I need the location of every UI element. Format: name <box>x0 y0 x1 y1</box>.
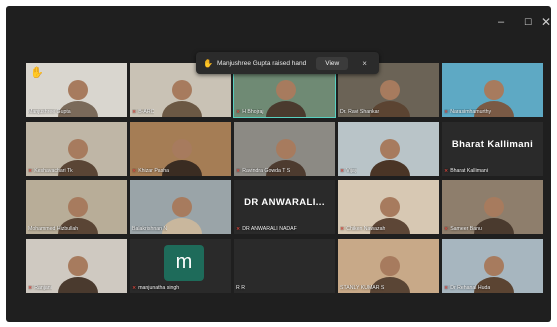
participant-tile[interactable]: DR ANWARALI... ⨯ DR ANWARALI NADAF <box>234 180 335 234</box>
participant-caption: ⨯ Sameer Banu <box>444 226 482 232</box>
minimize-button[interactable]: – <box>498 16 504 28</box>
muted-mic-icon: ⨯ <box>28 167 33 174</box>
participant-caption: Balakrishnan N <box>132 226 167 232</box>
participant-caption: STANLY KUMAR S <box>340 285 384 291</box>
participant-caption: ⨯ Ravindra Gowda T S <box>236 168 290 174</box>
participant-name: Sameer Banu <box>450 226 482 232</box>
meeting-window: – ☐ ✕ ✋ Manjushree Gupta ⨯ B-ARC ⨯ H Bhojraj D… <box>6 6 551 322</box>
notification-text: Manjushree Gupta raised hand <box>216 59 307 67</box>
close-window-button[interactable]: ✕ <box>541 15 551 29</box>
participant-tile[interactable]: R R <box>234 238 335 293</box>
participant-tile[interactable]: ⨯ Dr Rehanal Huda <box>442 238 543 293</box>
raised-hand-notification: ✋ Manjushree Gupta raised hand View × <box>196 52 379 74</box>
participant-caption: Mohammed Hizbullah <box>28 226 78 232</box>
participant-caption: ⨯ Dr Rehanal Huda <box>444 285 490 291</box>
raised-hand-icon: ✋ <box>30 67 44 79</box>
raised-hand-icon: ✋ <box>203 58 213 68</box>
muted-mic-icon: ⨯ <box>444 226 449 232</box>
participant-name: R R <box>236 284 245 291</box>
close-notification-icon[interactable]: × <box>362 59 367 68</box>
participant-caption: Manjushree Gupta <box>28 109 71 115</box>
participant-name: Bharat Kallimani <box>450 167 488 174</box>
muted-mic-icon: ⨯ <box>236 167 241 174</box>
participant-tile[interactable]: ⨯ Sameer Banu <box>442 180 543 234</box>
muted-mic-icon: ⨯ <box>28 284 33 291</box>
muted-mic-icon: ⨯ <box>444 167 449 174</box>
muted-mic-icon: ⨯ <box>236 226 241 232</box>
muted-mic-icon: ⨯ <box>132 284 137 291</box>
participant-tile[interactable]: ⨯ Keshavachari Tk <box>26 121 127 176</box>
participant-name: Khizar Pasha <box>138 167 170 174</box>
participant-caption: ⨯ Bharat Kallimani <box>444 168 488 174</box>
participant-caption: ⨯ Ranjani <box>28 285 52 291</box>
participant-caption: ⨯ Chiken Nawazah <box>340 226 385 232</box>
participant-caption: ⨯ Khizar Pasha <box>132 168 169 174</box>
participant-caption: ⨯ DR ANWARALI NADAF <box>236 226 297 232</box>
participant-caption: Dr. Ravi Shankar <box>340 109 379 115</box>
participant-name: Dr. Ravi Shankar <box>340 109 380 115</box>
participant-name: Chiken Nawazah <box>346 226 386 232</box>
participant-caption: ⨯ B-ARC <box>132 109 154 115</box>
participant-name: Dr Rehanal Huda <box>450 284 491 291</box>
participant-name: Mohammed Hizbullah <box>28 226 79 232</box>
participant-tile[interactable]: ⨯ Narasimhamurthy <box>442 63 543 117</box>
participant-name: STANLY KUMAR S <box>340 284 385 291</box>
participant-tile[interactable]: ⨯ Vijay <box>338 121 439 176</box>
participant-name: Balakrishnan N <box>132 226 168 232</box>
participant-name: Manjushree Gupta <box>28 109 71 115</box>
muted-mic-icon: ⨯ <box>444 109 449 115</box>
view-button[interactable]: View <box>316 56 349 70</box>
participant-tile[interactable]: ⨯ Khizar Pasha <box>130 121 231 176</box>
participant-tile[interactable]: ⨯ Chiken Nawazah <box>338 180 439 234</box>
muted-mic-icon: ⨯ <box>236 109 241 115</box>
participant-name: Keshavachari Tk <box>34 167 73 174</box>
participant-caption: ⨯ Narasimhamurthy <box>444 109 491 115</box>
participant-tile[interactable]: Bharat Kallimani ⨯ Bharat Kallimani <box>442 121 543 176</box>
participant-tile[interactable]: Mohammed Hizbullah <box>26 180 127 234</box>
participant-name: B-ARC <box>138 109 155 115</box>
participant-name: Vijay <box>346 167 358 174</box>
participant-name: DR ANWARALI NADAF <box>242 226 297 232</box>
participant-name: Ranjani <box>34 284 52 291</box>
muted-mic-icon: ⨯ <box>132 167 137 174</box>
participant-name: manjunatha singh <box>138 284 180 291</box>
muted-mic-icon: ⨯ <box>444 284 449 291</box>
participant-name: Narasimhamurthy <box>450 109 492 115</box>
participant-tile[interactable]: ✋ Manjushree Gupta <box>26 63 127 117</box>
participant-tile[interactable]: ⨯ Ravindra Gowda T S <box>234 121 335 176</box>
participant-name: Ravindra Gowda T S <box>242 167 291 174</box>
participant-tile[interactable]: ⨯ Ranjani <box>26 238 127 293</box>
maximize-button[interactable]: ☐ <box>524 17 532 28</box>
participant-display-name: DR ANWARALI... <box>244 197 325 208</box>
participant-tile[interactable]: m ⨯ manjunatha singh <box>130 238 231 293</box>
participant-tile[interactable]: STANLY KUMAR S <box>338 238 439 293</box>
participant-name: H Bhojraj <box>242 109 264 115</box>
participant-caption: R R <box>236 285 245 291</box>
participant-caption: ⨯ manjunatha singh <box>132 285 179 291</box>
muted-mic-icon: ⨯ <box>340 167 345 174</box>
muted-mic-icon: ⨯ <box>340 226 345 232</box>
participant-display-name: Bharat Kallimani <box>451 138 534 150</box>
participant-tile[interactable]: Balakrishnan N <box>130 180 231 234</box>
avatar: m <box>164 244 204 281</box>
participant-caption: ⨯ Keshavachari Tk <box>28 168 73 174</box>
participant-caption: ⨯ H Bhojraj <box>236 109 264 115</box>
muted-mic-icon: ⨯ <box>132 109 137 115</box>
participant-caption: ⨯ Vijay <box>340 168 357 174</box>
